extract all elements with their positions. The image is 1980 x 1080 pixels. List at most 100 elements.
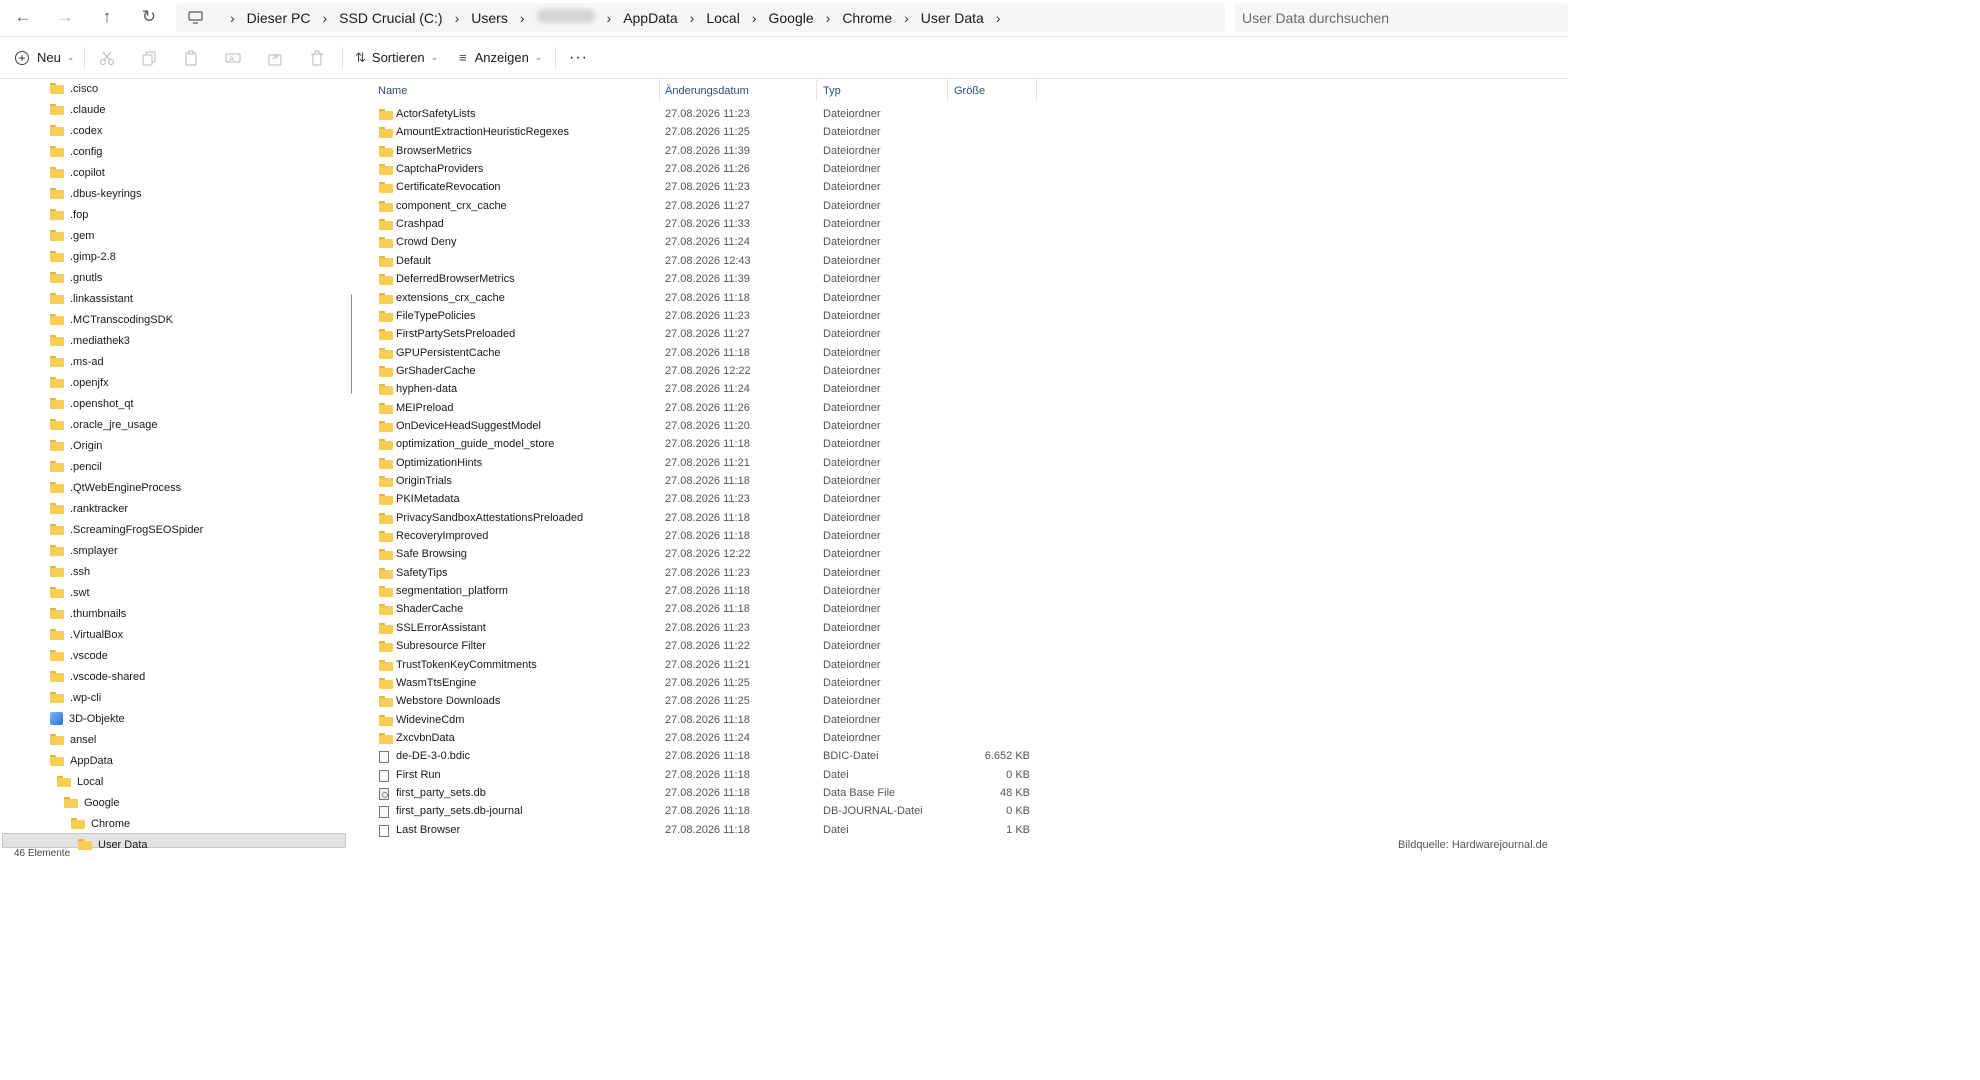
refresh-button[interactable]: ↻: [131, 0, 167, 34]
tree-item[interactable]: .gnutls: [50, 267, 102, 288]
sort-button[interactable]: ⇅ Sortieren ⌄: [355, 37, 438, 78]
tree-item[interactable]: .openjfx: [50, 372, 109, 393]
file-row[interactable]: SSLErrorAssistant 27.08.2026 11:23 Dateior…: [360, 619, 1060, 637]
breadcrumb-chrome[interactable]: Chrome: [830, 10, 904, 26]
share-icon[interactable]: [266, 49, 284, 67]
file-row[interactable]: BrowserMetrics 27.08.2026 11:39 Dateiordne…: [360, 142, 1060, 160]
tree-item[interactable]: .gimp-2.8: [50, 246, 116, 267]
tree-item[interactable]: .oracle_jre_usage: [50, 414, 157, 435]
breadcrumb-drive[interactable]: SSD Crucial (C:): [327, 10, 454, 26]
column-header-name[interactable]: Name: [378, 81, 658, 101]
up-button[interactable]: ↑: [89, 0, 125, 34]
file-row[interactable]: DeferredBrowserMetrics 27.08.2026 11:39 Da…: [360, 270, 1060, 288]
breadcrumb-user-data[interactable]: User Data: [909, 10, 996, 26]
file-row[interactable]: GrShaderCache 27.08.2026 12:22 Dateiordner: [360, 362, 1060, 380]
tree-item[interactable]: .pencil: [50, 456, 102, 477]
column-divider[interactable]: [659, 79, 660, 101]
back-button[interactable]: ←: [5, 0, 41, 34]
file-row[interactable]: OptimizationHints 27.08.2026 11:21 Dateior…: [360, 454, 1060, 472]
file-row[interactable]: AmountExtractionHeuristicRegexes 27.08.20…: [360, 123, 1060, 141]
file-row[interactable]: FileTypePolicies 27.08.2026 11:23 Dateiord…: [360, 307, 1060, 325]
file-row[interactable]: PrivacySandboxAttestationsPreloaded 27.08…: [360, 509, 1060, 527]
breadcrumb-appdata[interactable]: AppData: [611, 10, 689, 26]
file-row[interactable]: WasmTtsEngine 27.08.2026 11:25 Dateiordner: [360, 674, 1060, 692]
tree-item[interactable]: .vscode: [50, 645, 108, 666]
tree-item[interactable]: AppData: [50, 750, 113, 771]
file-row[interactable]: de-DE-3-0.bdic 27.08.2026 11:18 BDIC-Datei…: [360, 747, 1060, 765]
tree-item[interactable]: .MCTranscodingSDK: [50, 309, 173, 330]
tree-item[interactable]: .VirtualBox: [50, 624, 123, 645]
file-row[interactable]: CertificateRevocation 27.08.2026 11:23 Dat…: [360, 178, 1060, 196]
tree-item[interactable]: .gem: [50, 225, 94, 246]
file-row[interactable]: Webstore Downloads 27.08.2026 11:25 Dateio…: [360, 692, 1060, 710]
file-row[interactable]: ZxcvbnData 27.08.2026 11:24 Dateiordner: [360, 729, 1060, 747]
tree-item[interactable]: .config: [50, 141, 102, 162]
file-row[interactable]: Last Browser 27.08.2026 11:18 Datei 1 KB: [360, 821, 1060, 839]
breadcrumb-dieser-pc[interactable]: Dieser PC: [235, 10, 323, 26]
tree-item[interactable]: ansel: [50, 729, 96, 750]
file-row[interactable]: PKIMetadata 27.08.2026 11:23 Dateiordner: [360, 490, 1060, 508]
file-row[interactable]: CaptchaProviders 27.08.2026 11:26 Dateiord…: [360, 160, 1060, 178]
file-row[interactable]: first_party_sets.db-journal 27.08.2026 11…: [360, 802, 1060, 820]
tree-item[interactable]: .vscode-shared: [50, 666, 145, 687]
file-row[interactable]: first_party_sets.db 27.08.2026 11:18 Data …: [360, 784, 1060, 802]
file-row[interactable]: OriginTrials 27.08.2026 11:18 Dateiordner: [360, 472, 1060, 490]
tree-item[interactable]: User Data: [78, 834, 148, 855]
file-row[interactable]: FirstPartySetsPreloaded 27.08.2026 11:27 D…: [360, 325, 1060, 343]
file-row[interactable]: First Run 27.08.2026 11:18 Datei 0 KB: [360, 766, 1060, 784]
tree-item[interactable]: .claude: [50, 99, 105, 120]
file-row[interactable]: SafetyTips 27.08.2026 11:23 Dateiordner: [360, 564, 1060, 582]
tree-item[interactable]: .fop: [50, 204, 88, 225]
breadcrumb-username-blurred[interactable]: [525, 9, 607, 26]
file-row[interactable]: WidevineCdm 27.08.2026 11:18 Dateiordner: [360, 711, 1060, 729]
more-options-button[interactable]: ···: [569, 37, 588, 78]
column-header-date[interactable]: Änderungsdatum: [665, 81, 815, 101]
tree-item[interactable]: Local: [57, 771, 103, 792]
column-header-type[interactable]: Typ: [823, 81, 943, 101]
file-row[interactable]: extensions_crx_cache 27.08.2026 11:18 Date…: [360, 289, 1060, 307]
breadcrumb[interactable]: › Dieser PC › SSD Crucial (C:) › Users ›…: [176, 3, 1225, 32]
tree-item[interactable]: .ranktracker: [50, 498, 128, 519]
tree-item[interactable]: Google: [64, 792, 119, 813]
file-row[interactable]: MEIPreload 27.08.2026 11:26 Dateiordner: [360, 399, 1060, 417]
search-input[interactable]: User Data durchsuchen: [1234, 3, 1568, 32]
copy-icon[interactable]: [140, 49, 158, 67]
tree-scrollbar[interactable]: [351, 294, 352, 394]
file-row[interactable]: component_crx_cache 27.08.2026 11:27 Datei…: [360, 197, 1060, 215]
tree-item[interactable]: Chrome: [71, 813, 130, 834]
tree-item[interactable]: .ScreamingFrogSEOSpider: [50, 519, 203, 540]
file-row[interactable]: Default 27.08.2026 12:43 Dateiordner: [360, 252, 1060, 270]
file-row[interactable]: Safe Browsing 27.08.2026 12:22 Dateiordner: [360, 545, 1060, 563]
tree-item[interactable]: .codex: [50, 120, 102, 141]
file-row[interactable]: ShaderCache 27.08.2026 11:18 Dateiordner: [360, 600, 1060, 618]
file-row[interactable]: TrustTokenKeyCommitments 27.08.2026 11:21…: [360, 656, 1060, 674]
tree-item[interactable]: .thumbnails: [50, 603, 126, 624]
file-row[interactable]: GPUPersistentCache 27.08.2026 11:18 Dateio…: [360, 344, 1060, 362]
file-row[interactable]: hyphen-data 27.08.2026 11:24 Dateiordner: [360, 380, 1060, 398]
new-button[interactable]: + Neu ⌄: [15, 37, 74, 78]
file-row[interactable]: Crashpad 27.08.2026 11:33 Dateiordner: [360, 215, 1060, 233]
tree-item[interactable]: .cisco: [50, 79, 98, 99]
trash-icon[interactable]: [308, 49, 326, 67]
breadcrumb-google[interactable]: Google: [756, 10, 825, 26]
tree-item[interactable]: .copilot: [50, 162, 105, 183]
file-row[interactable]: RecoveryImproved 27.08.2026 11:18 Dateiord…: [360, 527, 1060, 545]
column-header-size[interactable]: Größe: [954, 81, 1034, 101]
tree-item[interactable]: .linkassistant: [50, 288, 133, 309]
tree-item[interactable]: 3D-Objekte: [50, 708, 125, 729]
breadcrumb-users[interactable]: Users: [459, 10, 520, 26]
file-row[interactable]: OnDeviceHeadSuggestModel 27.08.2026 11:20…: [360, 417, 1060, 435]
column-divider[interactable]: [816, 79, 817, 101]
tree-item[interactable]: .Origin: [50, 435, 102, 456]
rename-icon[interactable]: A: [224, 49, 242, 67]
file-row[interactable]: ActorSafetyLists 27.08.2026 11:23 Dateiord…: [360, 105, 1060, 123]
tree-item[interactable]: .smplayer: [50, 540, 118, 561]
file-row[interactable]: Subresource Filter 27.08.2026 11:22 Dateio…: [360, 637, 1060, 655]
cut-icon[interactable]: [98, 49, 116, 67]
column-divider[interactable]: [1036, 79, 1037, 101]
file-row[interactable]: segmentation_platform 27.08.2026 11:18 Dat…: [360, 582, 1060, 600]
file-row[interactable]: optimization_guide_model_store 27.08.2026…: [360, 435, 1060, 453]
paste-icon[interactable]: [182, 49, 200, 67]
tree-item[interactable]: .openshot_qt: [50, 393, 134, 414]
tree-item[interactable]: .dbus-keyrings: [50, 183, 142, 204]
